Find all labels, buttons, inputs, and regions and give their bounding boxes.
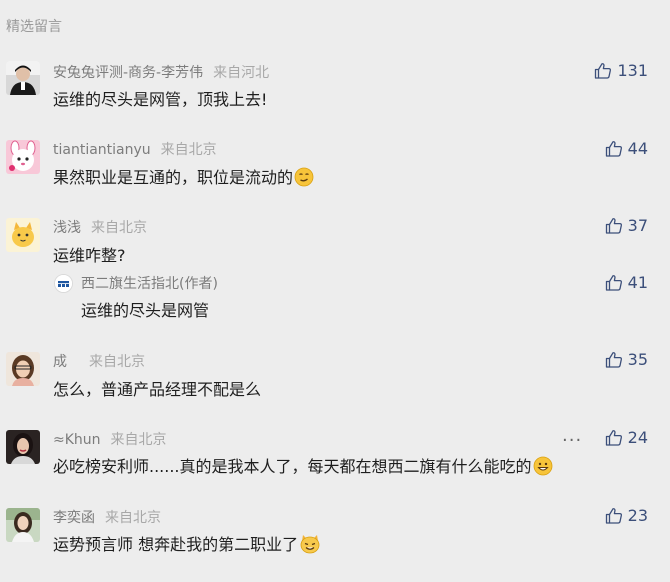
like-button[interactable]: 131	[594, 61, 648, 80]
like-count: 44	[627, 139, 648, 158]
like-button[interactable]: 44	[605, 139, 648, 158]
thumbs-up-icon	[605, 507, 623, 525]
like-button[interactable]: 24	[605, 428, 648, 447]
author-name: ≈Khun	[53, 432, 101, 448]
grin-face-emoji	[533, 456, 553, 480]
thumbs-up-icon	[605, 140, 623, 158]
comments-page: 精选留言 安兔兔评测-商务-李芳伟 来自河北 运维的尽头是网管，顶我上去! 13…	[0, 0, 670, 582]
reply-text: 运维的尽头是网管	[81, 301, 210, 320]
like-count: 41	[627, 273, 648, 292]
comment-author[interactable]: 安兔兔评测-商务-李芳伟 来自河北	[53, 62, 269, 82]
smirk-face-emoji	[294, 167, 314, 191]
section-title: 精选留言	[6, 19, 62, 35]
comment-text: 怎么，普通产品经理不配是么	[53, 380, 262, 399]
user-photo-avatar[interactable]	[6, 61, 40, 95]
comment-text: 果然职业是互通的，职位是流动的	[53, 164, 314, 191]
author-name: 安兔兔评测-商务-李芳伟	[53, 65, 204, 81]
reply-author[interactable]: 西二旗生活指北(作者)	[81, 273, 218, 293]
thumbs-up-icon	[605, 351, 623, 369]
comment-text-body: 果然职业是互通的，职位是流动的	[53, 168, 294, 187]
comment-text-body: 运势预言师 想奔赴我的第二职业了	[53, 535, 299, 554]
woman-photo-avatar[interactable]	[6, 352, 40, 386]
like-count: 131	[617, 61, 648, 80]
author-name: 浅浅	[53, 220, 81, 236]
comment-author[interactable]: ≈Khun 来自北京	[53, 429, 167, 449]
author-logo-avatar[interactable]	[54, 274, 73, 293]
like-button[interactable]: 35	[605, 350, 648, 369]
author-location: 来自北京	[91, 220, 147, 236]
comment-text: 运维的尽头是网管，顶我上去!	[53, 90, 268, 109]
woman-dark-photo-avatar[interactable]	[6, 430, 40, 464]
comment-text: 运维咋整?	[53, 246, 126, 265]
author-name: tiantiantianyu	[53, 142, 151, 158]
like-button[interactable]: 23	[605, 506, 648, 525]
like-count: 24	[627, 428, 648, 447]
author-name: 李奕函	[53, 510, 95, 526]
author-location: 来自北京	[160, 142, 217, 158]
author-location: 来自北京	[105, 510, 161, 526]
like-count: 37	[627, 216, 648, 235]
thumbs-up-icon	[594, 62, 612, 80]
like-count: 35	[627, 350, 648, 369]
comment-author[interactable]: 成 来自北京	[53, 351, 145, 371]
reply-like-button[interactable]: 41	[605, 273, 648, 292]
cartoon-rabbit-avatar[interactable]	[6, 140, 40, 174]
comment-author[interactable]: tiantiantianyu 来自北京	[53, 139, 217, 159]
author-location: 来自北京	[110, 432, 167, 448]
author-location: 来自北京	[89, 354, 145, 370]
comment-text: 必吃榜安利师......真的是我本人了，每天都在想西二旗有什么能吃的	[53, 453, 553, 480]
like-count: 23	[627, 506, 648, 525]
author-location: 来自河北	[213, 65, 270, 81]
thumbs-up-icon	[605, 274, 623, 292]
comment-text: 运势预言师 想奔赴我的第二职业了	[53, 531, 321, 558]
more-options-button[interactable]: ···	[562, 432, 582, 450]
comment-author[interactable]: 浅浅 来自北京	[53, 217, 147, 237]
like-button[interactable]: 37	[605, 216, 648, 235]
cartoon-cat-avatar[interactable]	[6, 218, 40, 252]
comment-text-body: 必吃榜安利师......真的是我本人了，每天都在想西二旗有什么能吃的	[53, 457, 532, 476]
thumbs-up-icon	[605, 429, 623, 447]
girl-photo-avatar[interactable]	[6, 508, 40, 542]
comment-author[interactable]: 李奕函 来自北京	[53, 507, 161, 527]
cat-face-emoji	[299, 534, 321, 558]
thumbs-up-icon	[605, 217, 623, 235]
author-name: 成	[53, 354, 67, 370]
